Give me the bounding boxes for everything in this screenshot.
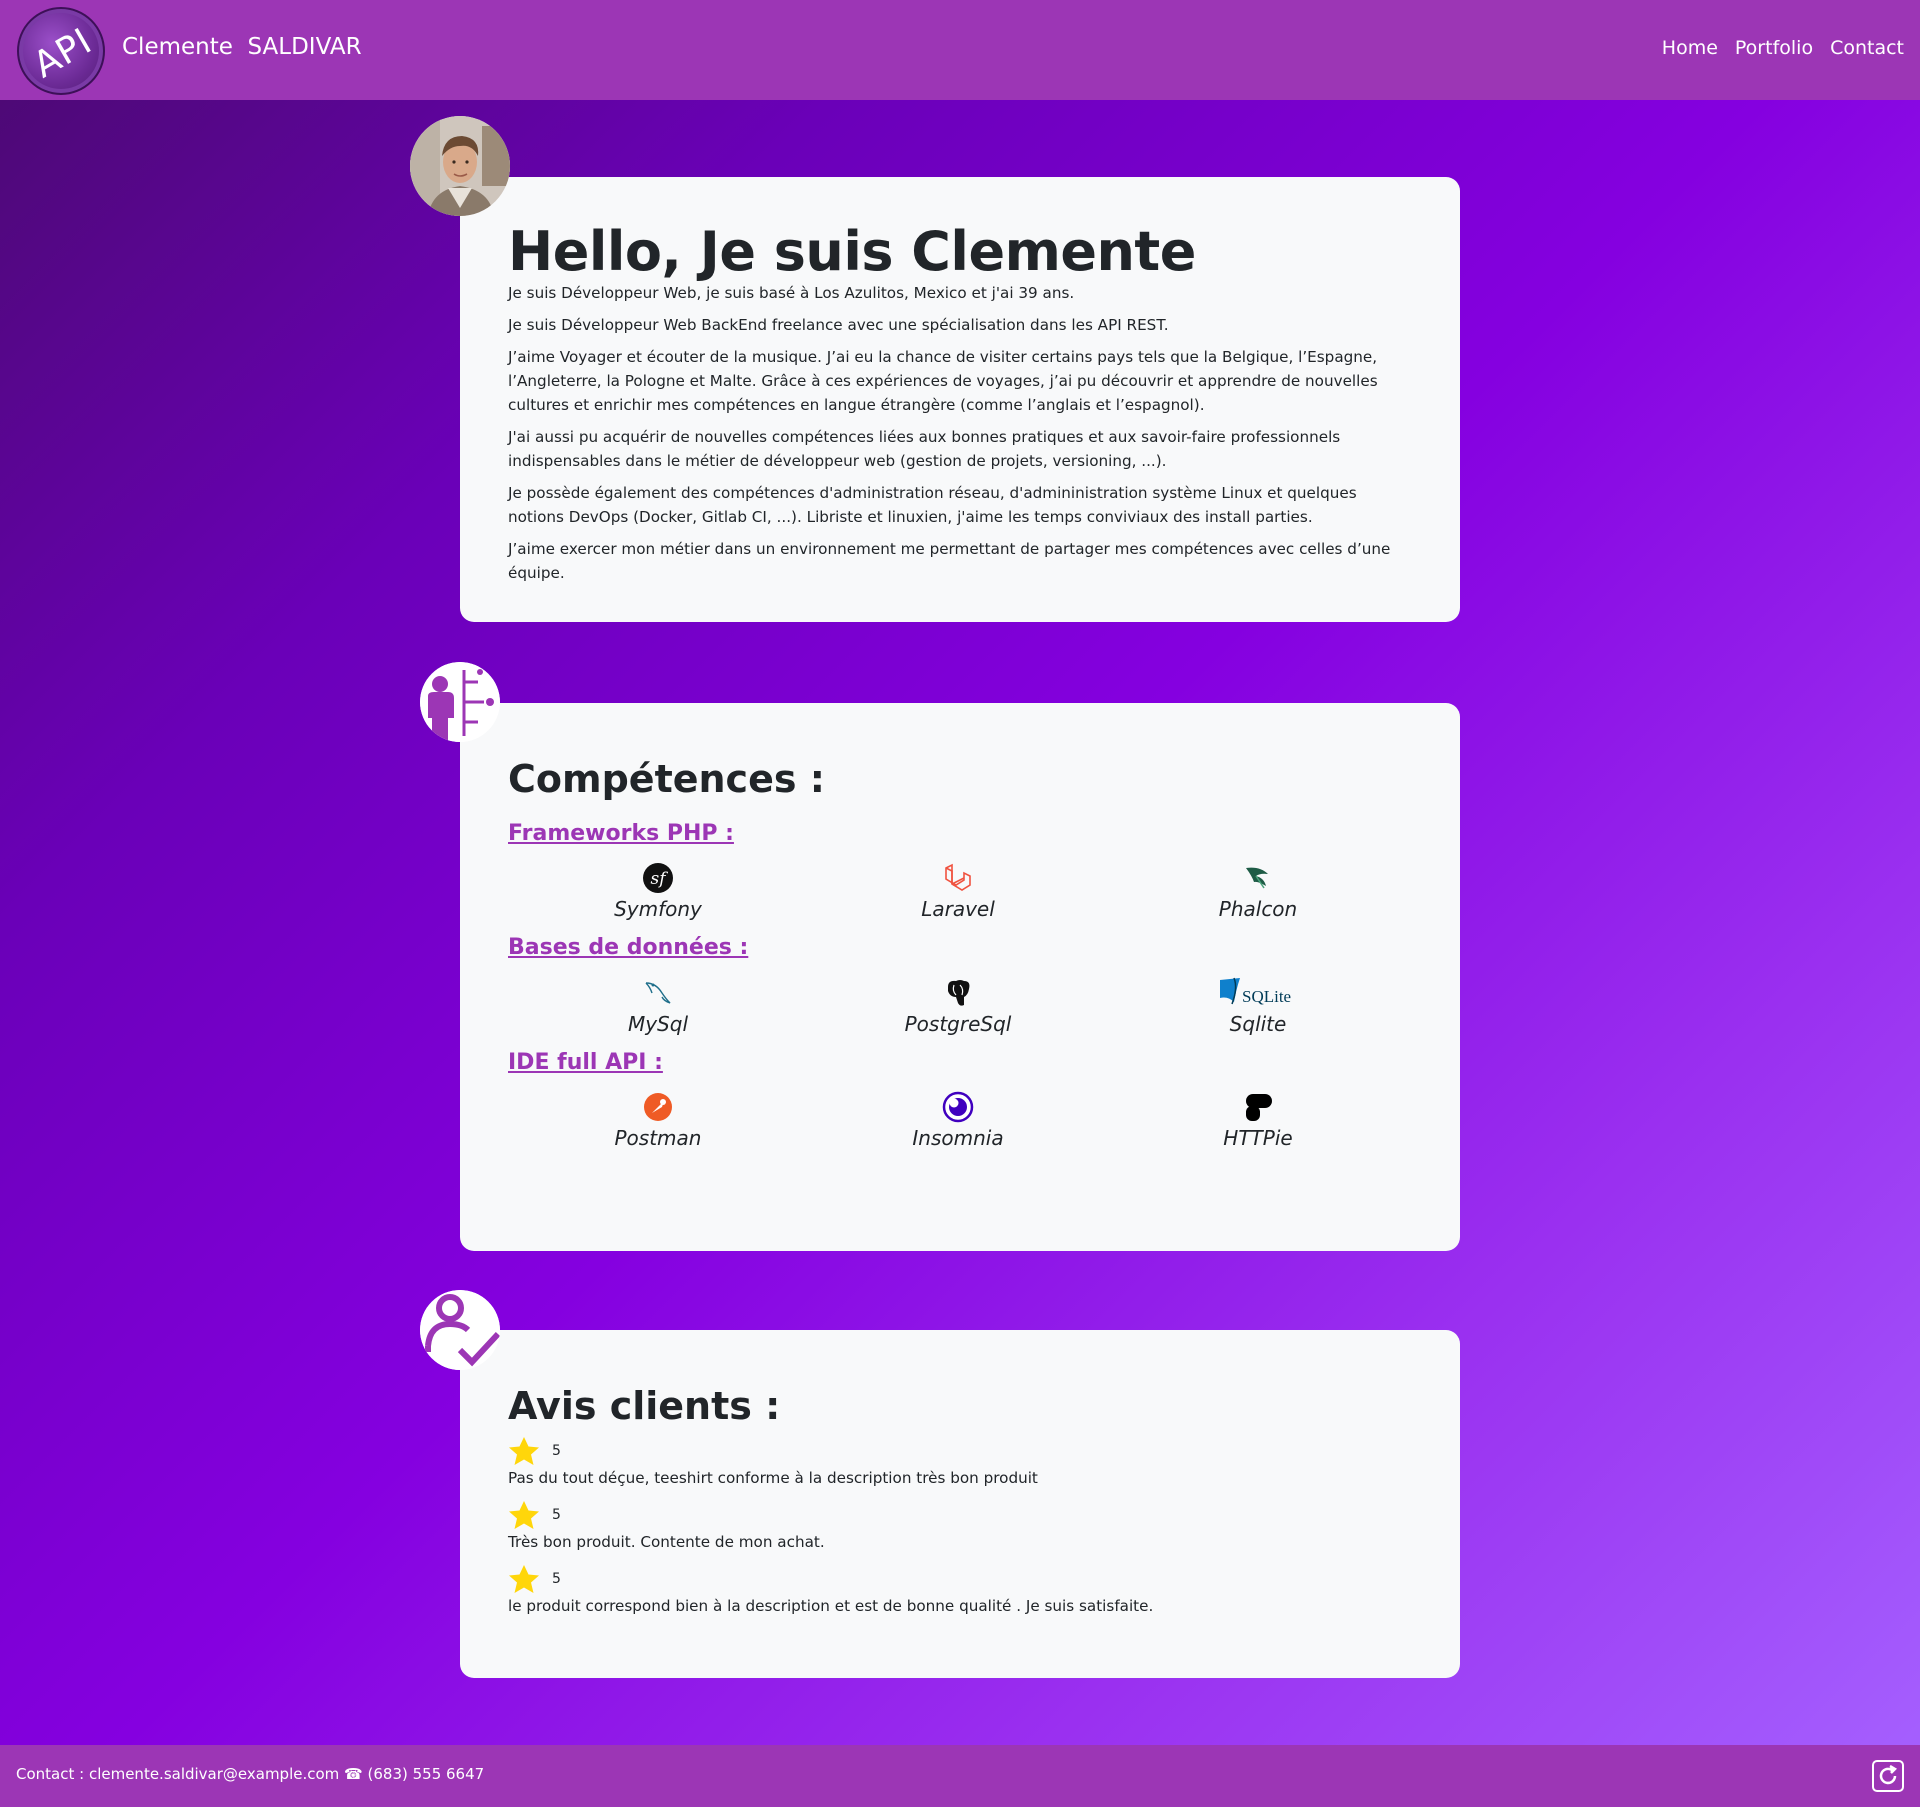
tool-name: Phalcon bbox=[1218, 897, 1298, 922]
postgresql-icon bbox=[941, 976, 975, 1010]
about-paragraph: Je possède également des compétences d'a… bbox=[508, 484, 1357, 526]
tool-laravel: Laravel bbox=[808, 861, 1108, 921]
tool-name: Insomnia bbox=[912, 1125, 1004, 1150]
navbar: API Clemente SALDIVAR Home Portfolio Con… bbox=[0, 0, 1920, 100]
review-rating: 5 bbox=[508, 1562, 1412, 1596]
tool-httpie: HTTPie bbox=[1108, 1090, 1408, 1150]
rating-value: 5 bbox=[552, 1442, 561, 1459]
review-item: 5 Pas du tout déçue, teeshirt conforme à… bbox=[508, 1434, 1412, 1488]
profile-photo-avatar bbox=[410, 116, 510, 216]
tool-symfony: sf Symfony bbox=[508, 861, 808, 921]
review-text: Pas du tout déçue, teeshirt conforme à l… bbox=[508, 1468, 1038, 1487]
reviews-card: Avis clients : 5 Pas du tout déçue, tees… bbox=[460, 1330, 1460, 1678]
tool-name: Symfony bbox=[614, 897, 702, 922]
tool-name: HTTPie bbox=[1223, 1125, 1293, 1150]
logo-text: API bbox=[26, 20, 100, 87]
databases-list: MySql PostgreSql SQLite Sqlite bbox=[508, 976, 1412, 1036]
reviews-title: Avis clients : bbox=[508, 1384, 781, 1428]
nav-link-portfolio[interactable]: Portfolio bbox=[1735, 37, 1813, 59]
tool-sqlite: SQLite Sqlite bbox=[1108, 976, 1408, 1036]
star-icon bbox=[509, 1564, 539, 1593]
laravel-icon bbox=[941, 861, 975, 895]
api-logo[interactable]: API bbox=[17, 7, 105, 95]
sqlite-icon: SQLite bbox=[1218, 976, 1298, 1010]
review-rating: 5 bbox=[508, 1434, 1412, 1468]
about-paragraph: Je suis Développeur Web, je suis basé à … bbox=[508, 284, 1075, 302]
skills-title: Compétences : bbox=[508, 757, 825, 801]
tool-name: Laravel bbox=[921, 897, 995, 922]
tool-postman: Postman bbox=[508, 1090, 808, 1150]
review-text: Très bon produit. Contente de mon achat. bbox=[508, 1532, 825, 1551]
tool-postgresql: PostgreSql bbox=[808, 976, 1108, 1036]
nav-link-home[interactable]: Home bbox=[1662, 37, 1718, 59]
symfony-icon: sf bbox=[641, 861, 675, 895]
rating-value: 5 bbox=[552, 1506, 561, 1523]
tool-insomnia: Insomnia bbox=[808, 1090, 1108, 1150]
tool-name: PostgreSql bbox=[904, 1011, 1012, 1036]
about-paragraph: J'ai aussi pu acquérir de nouvelles comp… bbox=[508, 428, 1341, 470]
httpie-icon bbox=[1241, 1090, 1275, 1124]
rating-value: 5 bbox=[552, 1570, 561, 1587]
tool-name: MySql bbox=[627, 1011, 689, 1036]
about-paragraph: J’aime exercer mon métier dans un enviro… bbox=[508, 540, 1391, 582]
nav-link-contact[interactable]: Contact bbox=[1830, 37, 1904, 59]
tool-mysql: MySql bbox=[508, 976, 808, 1036]
postman-icon bbox=[641, 1090, 675, 1124]
mysql-icon bbox=[641, 976, 675, 1010]
phalcon-icon bbox=[1241, 861, 1275, 895]
insomnia-icon bbox=[941, 1090, 975, 1124]
about-card: Hello, Je suis Clemente Je suis Développ… bbox=[460, 177, 1460, 622]
refresh-icon bbox=[1879, 1765, 1898, 1785]
review-user-check-icon bbox=[420, 1290, 500, 1370]
category-ide-title: IDE full API : bbox=[508, 1049, 663, 1075]
tool-phalcon: Phalcon bbox=[1108, 861, 1408, 921]
ide-list: Postman Insomnia HTTPie bbox=[508, 1090, 1412, 1150]
page-title: Hello, Je suis Clemente bbox=[508, 220, 1196, 283]
review-text: le produit correspond bien à la descript… bbox=[508, 1596, 1154, 1615]
about-paragraph: J’aime Voyager et écouter de la musique.… bbox=[508, 348, 1378, 414]
skills-card: Compétences : Frameworks PHP : sf Symfon… bbox=[460, 703, 1460, 1251]
tool-name: Postman bbox=[614, 1125, 702, 1150]
brand-name[interactable]: Clemente SALDIVAR bbox=[122, 34, 362, 60]
about-paragraph: Je suis Développeur Web BackEnd freelanc… bbox=[508, 316, 1169, 334]
refresh-button[interactable] bbox=[1872, 1760, 1904, 1792]
skills-icon bbox=[420, 662, 500, 742]
sqlite-logo-text: SQLite bbox=[1242, 987, 1291, 1006]
category-frameworks-title: Frameworks PHP : bbox=[508, 820, 734, 846]
review-item: 5 le produit correspond bien à la descri… bbox=[508, 1562, 1412, 1616]
footer: Contact : clemente.saldivar@example.com … bbox=[0, 1745, 1920, 1807]
review-item: 5 Très bon produit. Contente de mon acha… bbox=[508, 1498, 1412, 1552]
review-rating: 5 bbox=[508, 1498, 1412, 1532]
star-icon bbox=[509, 1500, 539, 1529]
footer-contact[interactable]: Contact : clemente.saldivar@example.com … bbox=[16, 1765, 484, 1783]
tool-name: Sqlite bbox=[1229, 1011, 1287, 1036]
category-databases-title: Bases de données : bbox=[508, 935, 749, 961]
star-icon bbox=[509, 1436, 539, 1465]
nav-links: Home Portfolio Contact bbox=[1662, 37, 1904, 59]
frameworks-list: sf Symfony Laravel Phalcon bbox=[508, 861, 1412, 921]
